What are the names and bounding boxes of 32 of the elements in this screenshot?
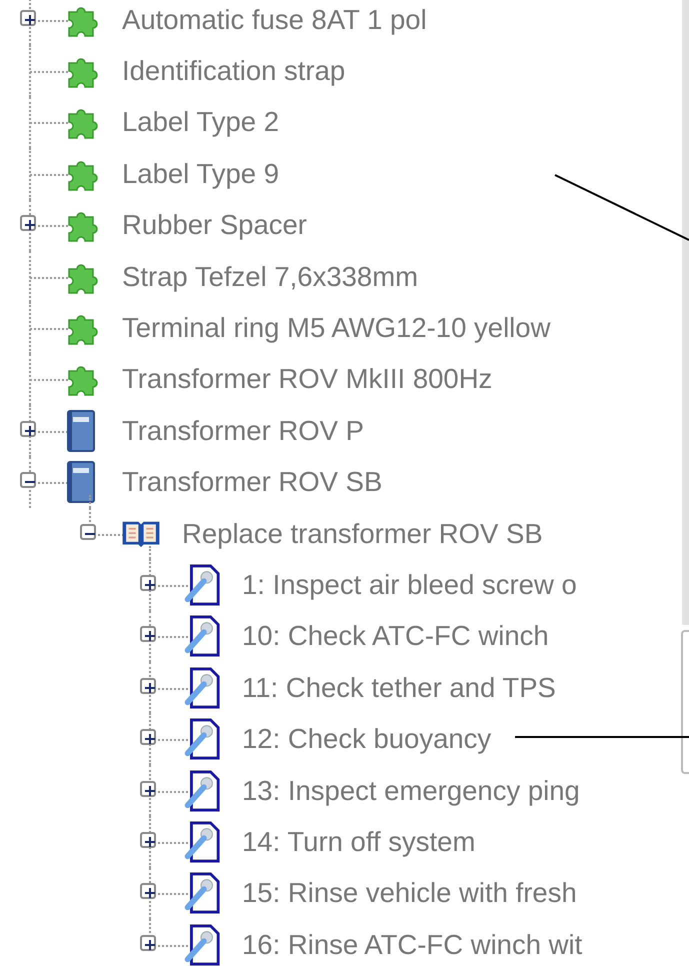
tree-item-label[interactable]: 11: Check tether and TPS (242, 672, 556, 704)
tree-item-label[interactable]: Transformer ROV SB (122, 466, 382, 498)
tree-item-label[interactable]: 12: Check buoyancy (242, 723, 492, 756)
expand-button[interactable] (140, 832, 156, 848)
expand-button[interactable] (140, 626, 156, 642)
tree-item-label[interactable]: 14: Turn off system (242, 826, 476, 858)
expand-button[interactable] (140, 574, 156, 591)
tree-item-label[interactable]: Transformer ROV P (122, 414, 364, 447)
collapse-button[interactable] (80, 524, 96, 540)
expand-button[interactable] (20, 215, 36, 232)
tree-item-label[interactable]: 15: Rinse vehicle with fresh (242, 877, 577, 910)
tree-item-label[interactable]: Terminal ring M5 AWG12-10 yellow (122, 312, 550, 344)
expand-button[interactable] (140, 729, 156, 746)
tree-item-label[interactable]: Strap Tefzel 7,6x338mm (122, 260, 418, 293)
tree-item-label[interactable]: 13: Inspect emergency ping (242, 774, 580, 807)
tree-item-label[interactable]: Replace transformer ROV SB (182, 518, 543, 550)
tree-item-label[interactable]: 16: Rinse ATC-FC winch wit (242, 928, 582, 961)
expand-button[interactable] (140, 934, 156, 951)
tree-item-label[interactable]: Transformer ROV MkIII 800Hz (122, 363, 492, 396)
tree-item-label[interactable]: Automatic fuse 8AT 1 pol (122, 4, 427, 36)
collapse-button[interactable] (20, 472, 36, 488)
tree-item-label[interactable]: Identification strap (122, 55, 346, 88)
expand-button[interactable] (140, 883, 156, 900)
tree-item-label[interactable]: Rubber Spacer (122, 209, 307, 242)
expand-button[interactable] (20, 10, 36, 26)
expand-button[interactable] (140, 780, 156, 797)
expand-button[interactable] (20, 420, 36, 437)
tree-item-label[interactable]: Label Type 9 (122, 158, 279, 190)
tree-item-label[interactable]: Label Type 2 (122, 106, 279, 138)
tree-item-label[interactable]: 10: Check ATC-FC winch (242, 620, 549, 652)
expand-button[interactable] (140, 678, 156, 694)
tree-item-label[interactable]: 1: Inspect air bleed screw o (242, 568, 577, 601)
